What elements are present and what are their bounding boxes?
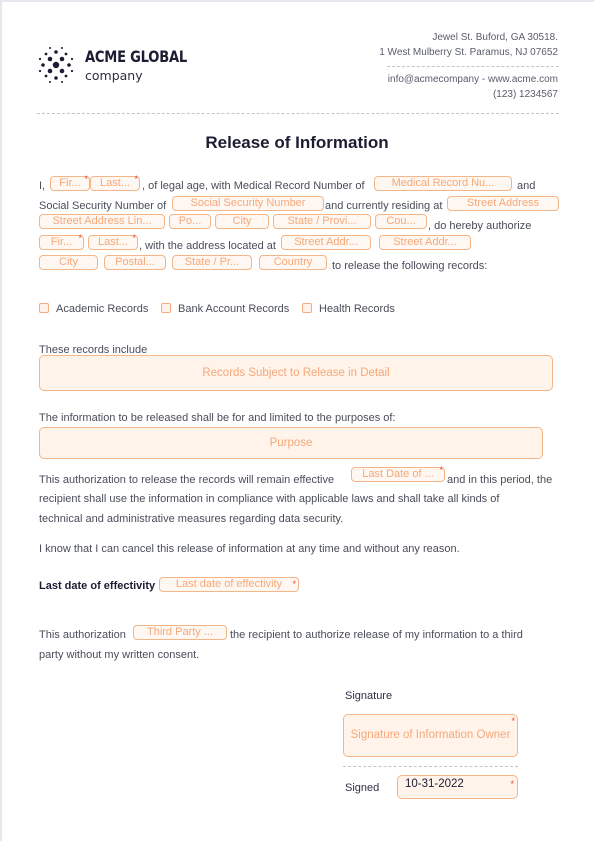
postal-field[interactable]: Po... bbox=[169, 214, 211, 229]
address-line-2: 1 West Mulberry St. Paramus, NJ 07652 bbox=[379, 47, 558, 58]
address-line-1: Jewel St. Buford, GA 30518. bbox=[432, 32, 558, 43]
purpose-field[interactable]: Purpose bbox=[39, 427, 543, 459]
phone: (123) 1234567 bbox=[492, 89, 558, 100]
first-name-field[interactable]: Fir... * bbox=[50, 174, 90, 191]
street-address-field[interactable]: Street Address bbox=[447, 196, 559, 211]
signed-date-field[interactable]: 10-31-2022 * bbox=[397, 775, 518, 799]
last-date-label: Last date of effectivity bbox=[39, 580, 156, 592]
signature-field[interactable]: Signature of Information Owner * bbox=[343, 714, 518, 757]
authorized-street-address-2-field[interactable]: Street Addr... bbox=[379, 235, 471, 250]
bank-account-records-checkbox[interactable] bbox=[161, 303, 171, 313]
text: , with the address located at bbox=[139, 240, 276, 252]
text: , of legal age, with Medical Record Numb… bbox=[142, 180, 365, 192]
checkbox-label: Bank Account Records bbox=[178, 303, 290, 315]
text: , do hereby authorize bbox=[428, 220, 532, 232]
authorized-last-name-field[interactable]: Last... * bbox=[88, 233, 138, 250]
authorized-state-field[interactable]: State / Pr... bbox=[172, 255, 252, 270]
text: to release the following records: bbox=[332, 260, 488, 272]
text: and currently residing at bbox=[325, 200, 443, 212]
ssn-field[interactable]: Social Security Number bbox=[172, 196, 324, 211]
text: party without my written consent. bbox=[39, 649, 200, 661]
authorized-country-field[interactable]: Country bbox=[259, 255, 327, 270]
health-records-checkbox[interactable] bbox=[302, 303, 312, 313]
text: and bbox=[517, 180, 536, 192]
globe-logo-icon bbox=[38, 47, 74, 83]
signed-label: Signed bbox=[345, 782, 380, 794]
header-divider-small bbox=[387, 66, 559, 67]
brand-name: ACME GLOBAL bbox=[85, 47, 188, 66]
header-divider bbox=[37, 113, 559, 114]
text: This authorization to release the record… bbox=[39, 474, 335, 486]
text: This authorization bbox=[39, 629, 126, 641]
company-contact: info@acmecompany - www.acme.com (123) 12… bbox=[388, 72, 558, 102]
records-detail-field[interactable]: Records Subject to Release in Detail bbox=[39, 355, 553, 391]
state-field[interactable]: State / Provi... bbox=[273, 214, 371, 229]
purpose-label: The information to be released shall be … bbox=[39, 412, 396, 424]
checkbox-label: Academic Records bbox=[56, 303, 149, 315]
country-field[interactable]: Cou... bbox=[375, 214, 427, 229]
text: I, bbox=[39, 180, 46, 192]
city-field[interactable]: City bbox=[215, 214, 269, 229]
last-name-field[interactable]: Last... * bbox=[90, 174, 140, 191]
text: Social Security Number of bbox=[39, 200, 167, 212]
document-page: ACME GLOBAL company Jewel St. Buford, GA… bbox=[2, 2, 594, 841]
authorized-postal-field[interactable]: Postal... bbox=[104, 255, 166, 270]
authorized-street-address-1-field[interactable]: Street Addr... bbox=[281, 235, 371, 250]
text: the recipient to authorize release of my… bbox=[230, 629, 523, 641]
street-address-line2-field[interactable]: Street Address Lin... bbox=[39, 214, 165, 229]
text: technical and administrative measures re… bbox=[39, 513, 344, 525]
last-date-of-effect-field[interactable]: Last Date of ... * bbox=[351, 465, 445, 482]
checkbox-label: Health Records bbox=[319, 303, 395, 315]
academic-records-checkbox[interactable] bbox=[39, 303, 49, 313]
authorized-city-field[interactable]: City bbox=[39, 255, 98, 270]
medical-record-number-field[interactable]: Medical Record Nu... bbox=[374, 176, 512, 191]
last-date-of-effectivity-field[interactable]: Last date of effectivity * bbox=[159, 577, 299, 592]
cancel-text: I know that I can cancel this release of… bbox=[39, 543, 460, 555]
company-address: Jewel St. Buford, GA 30518. 1 West Mulbe… bbox=[379, 30, 558, 60]
text: recipient shall use the information in c… bbox=[39, 493, 500, 505]
contact-line: info@acmecompany - www.acme.com bbox=[387, 74, 558, 85]
brand-subtitle: company bbox=[85, 68, 143, 83]
signature-divider bbox=[343, 766, 518, 767]
text: and in this period, the bbox=[447, 474, 553, 486]
page-title: Release of Information bbox=[205, 133, 389, 152]
authorized-first-name-field[interactable]: Fir... * bbox=[39, 233, 84, 250]
third-party-field[interactable]: Third Party ... bbox=[133, 625, 227, 640]
signature-label: Signature bbox=[345, 690, 393, 702]
brand: ACME GLOBAL company bbox=[85, 47, 209, 83]
